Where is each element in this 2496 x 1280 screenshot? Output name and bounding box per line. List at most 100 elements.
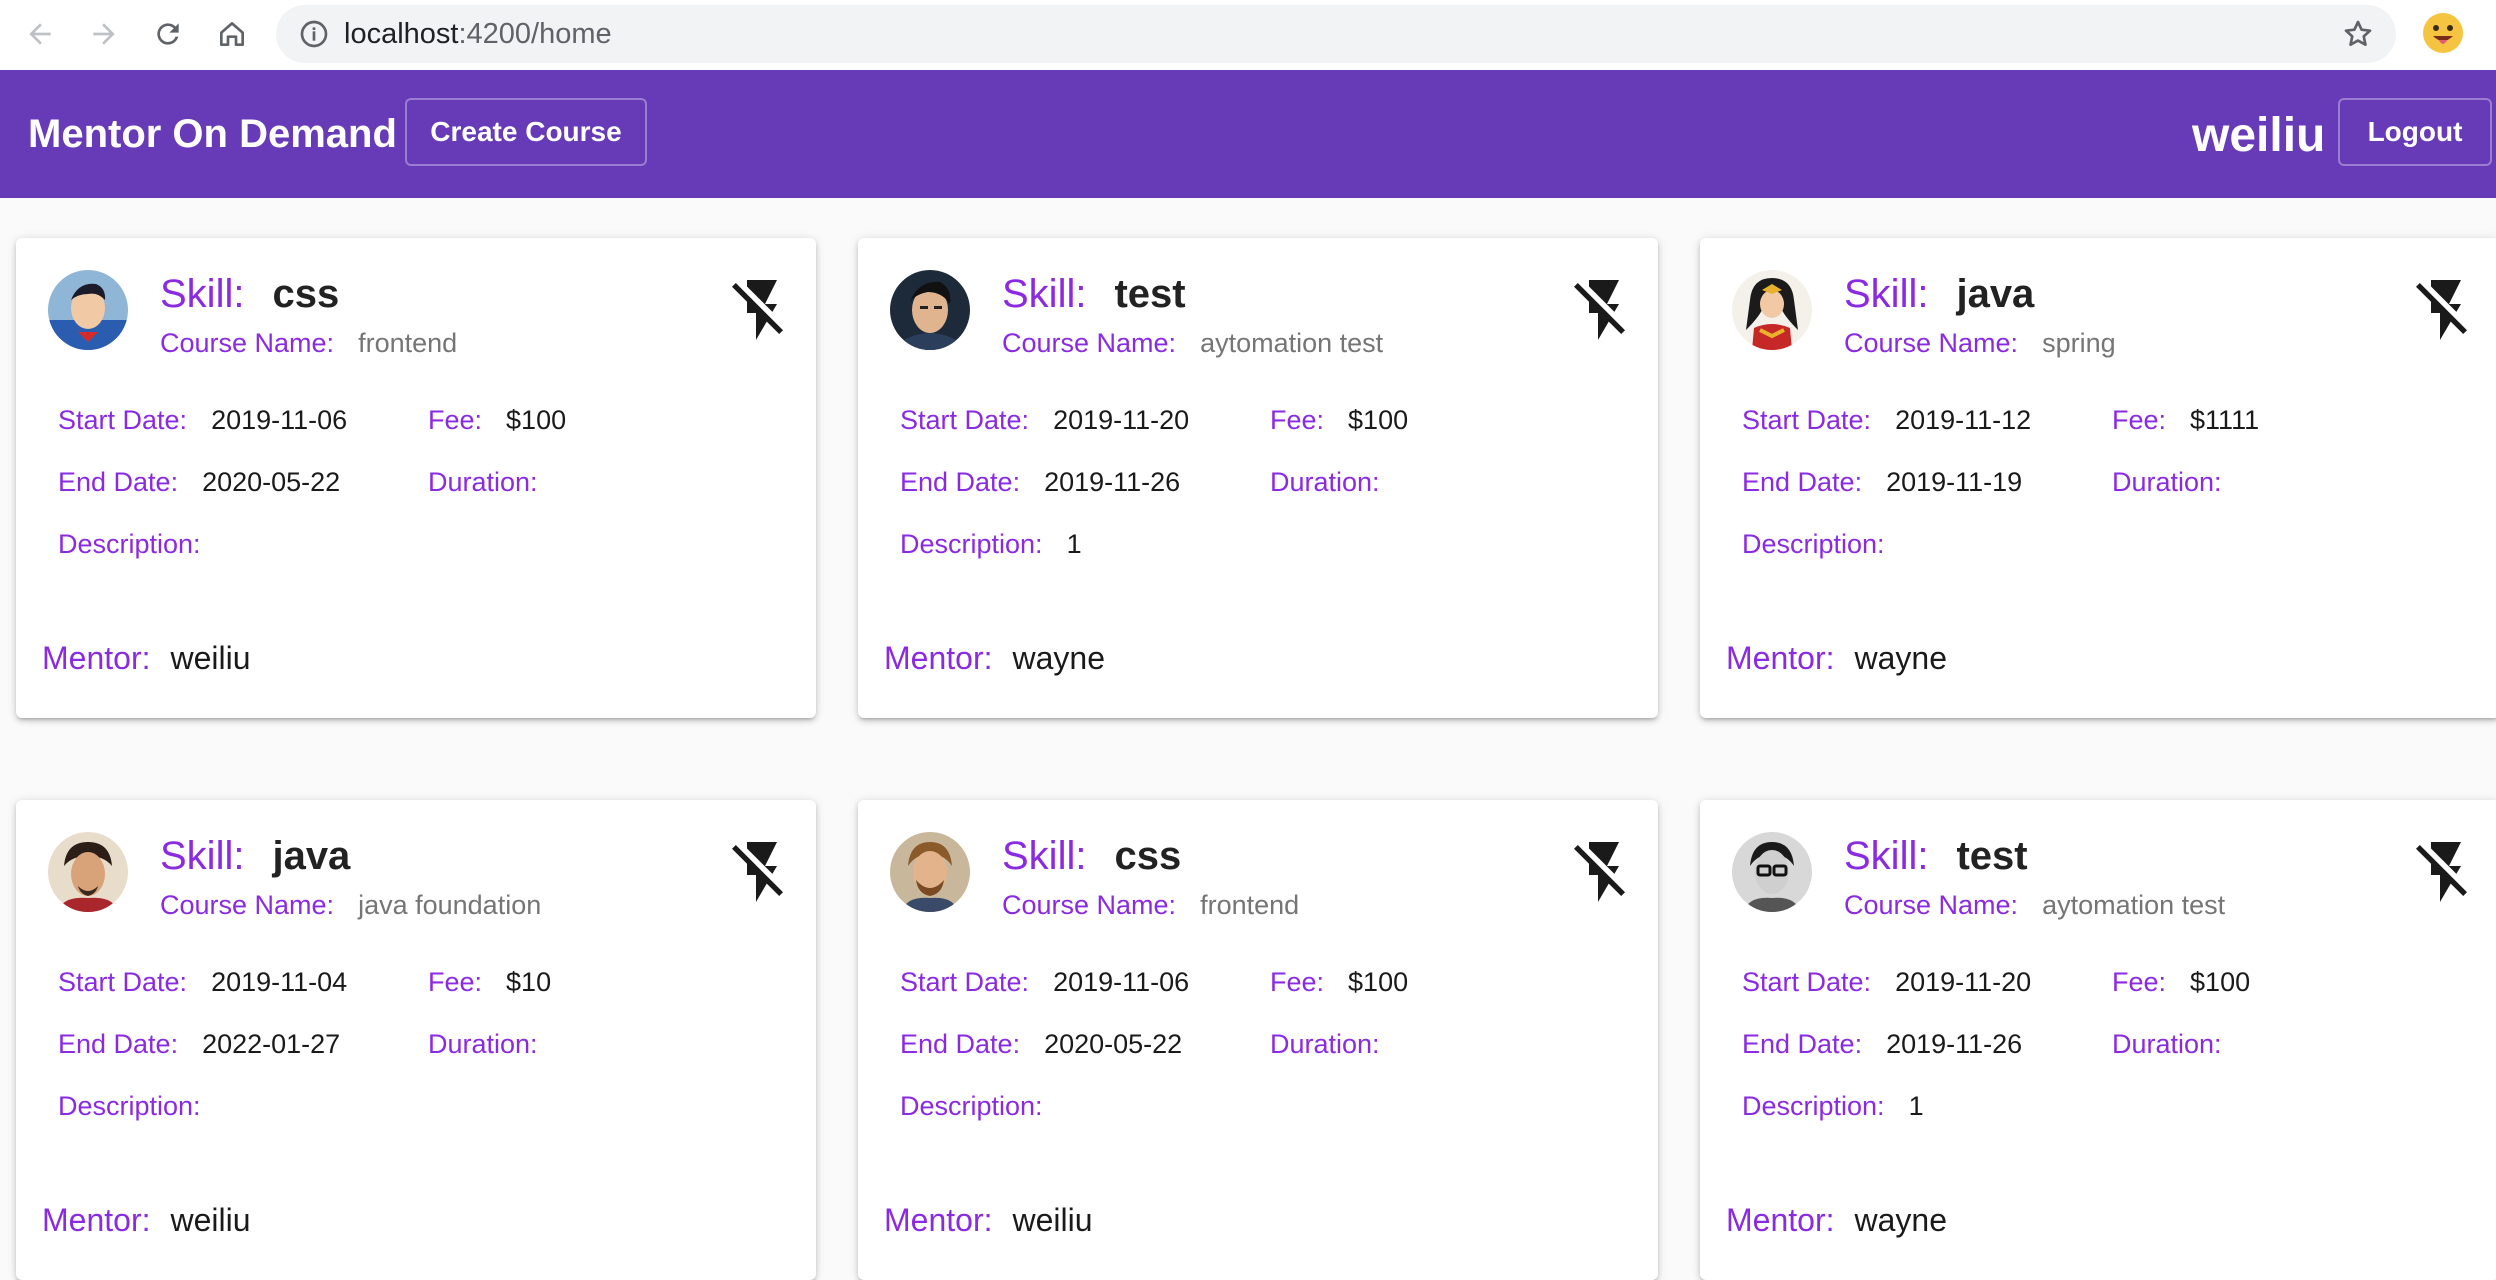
start-date-label: Start Date:: [1742, 405, 1872, 435]
forward-arrow-icon[interactable]: [82, 12, 126, 56]
duration-field: Duration:: [1270, 467, 1404, 498]
course-name-row: Course Name: java foundation: [160, 890, 541, 921]
start-date-value: 2019-11-06: [1053, 967, 1190, 997]
star-icon[interactable]: [2342, 18, 2374, 50]
address-bar[interactable]: localhost:4200/home: [276, 5, 2396, 63]
skill-label: Skill:: [1002, 272, 1087, 316]
reload-icon[interactable]: [146, 12, 190, 56]
logout-button[interactable]: Logout: [2338, 98, 2492, 166]
course-name-row: Course Name: frontend: [1002, 890, 1299, 921]
course-name-row: Course Name: spring: [1844, 328, 2116, 359]
flash-off-icon[interactable]: [1568, 274, 1640, 346]
create-course-button[interactable]: Create Course: [405, 98, 647, 166]
skill-row: Skill: css: [1002, 834, 1181, 879]
description-field: Description:: [900, 1091, 1067, 1122]
mentor-label: Mentor:: [884, 1202, 993, 1238]
start-date-label: Start Date:: [900, 405, 1030, 435]
skill-row: Skill: java: [1844, 272, 2034, 317]
start-date-value: 2019-11-12: [1895, 405, 2032, 435]
flash-off-icon[interactable]: [1568, 836, 1640, 908]
duration-field: Duration:: [1270, 1029, 1404, 1060]
flash-off-icon[interactable]: [2410, 836, 2482, 908]
description-label: Description:: [58, 1091, 201, 1121]
skill-row: Skill: test: [1844, 834, 2028, 879]
start-date-value: 2019-11-04: [211, 967, 348, 997]
home-icon[interactable]: [210, 12, 254, 56]
skill-label: Skill:: [1002, 834, 1087, 878]
start-date-label: Start Date:: [1742, 967, 1872, 997]
end-date-label: End Date:: [900, 1029, 1021, 1059]
description-label: Description:: [900, 529, 1043, 559]
duration-field: Duration:: [428, 1029, 562, 1060]
course-name-row: Course Name: frontend: [160, 328, 457, 359]
start-date-field: Start Date: 2019-11-04: [58, 967, 347, 998]
skill-value: test: [1956, 834, 2028, 878]
end-date-field: End Date: 2019-11-26: [1742, 1029, 2022, 1060]
fee-value: $100: [506, 405, 567, 435]
app-toolbar: Mentor On Demand Create Course weiliu Lo…: [0, 70, 2496, 198]
flash-off-icon[interactable]: [2410, 274, 2482, 346]
fee-value: $100: [1348, 405, 1409, 435]
start-date-label: Start Date:: [58, 967, 188, 997]
description-label: Description:: [1742, 1091, 1885, 1121]
url-host: localhost: [344, 18, 459, 50]
wonder-woman-avatar-icon: [1732, 270, 1812, 350]
duration-label: Duration:: [428, 1029, 538, 1059]
course-name-label: Course Name:: [160, 328, 335, 358]
fee-label: Fee:: [1270, 405, 1325, 435]
flash-off-icon[interactable]: [726, 836, 798, 908]
description-label: Description:: [58, 529, 201, 559]
end-date-value: 2022-01-27: [202, 1029, 341, 1059]
skill-value: java: [272, 834, 351, 878]
end-date-field: End Date: 2020-05-22: [58, 467, 340, 498]
app-brand[interactable]: Mentor On Demand: [28, 112, 397, 157]
url-text[interactable]: localhost:4200/home: [344, 18, 612, 51]
fee-field: Fee: $100: [1270, 405, 1408, 436]
batman-avatar-icon: [890, 270, 970, 350]
skill-label: Skill:: [1844, 272, 1929, 316]
course-name-row: Course Name: aytomation test: [1002, 328, 1383, 359]
course-card[interactable]: Skill: css Course Name: frontend Start Dat…: [16, 238, 816, 718]
flash-off-icon[interactable]: [726, 274, 798, 346]
course-card[interactable]: Skill: java Course Name: spring Start Date…: [1700, 238, 2496, 718]
duration-field: Duration:: [2112, 467, 2246, 498]
duration-label: Duration:: [1270, 467, 1380, 497]
course-card[interactable]: Skill: css Course Name: frontend Start Dat…: [858, 800, 1658, 1280]
url-path: :4200/home: [458, 18, 612, 50]
fee-field: Fee: $100: [428, 405, 566, 436]
start-date-field: Start Date: 2019-11-20: [900, 405, 1189, 436]
course-card[interactable]: Skill: java Course Name: java foundation S…: [16, 800, 816, 1280]
end-date-value: 2019-11-26: [1886, 1029, 2023, 1059]
start-date-label: Start Date:: [900, 967, 1030, 997]
course-name-value: aytomation test: [1200, 328, 1384, 358]
course-card[interactable]: Skill: test Course Name: aytomation test S…: [1700, 800, 2496, 1280]
superman-avatar-icon: [48, 270, 128, 350]
info-icon[interactable]: [298, 18, 330, 50]
skill-value: css: [1114, 834, 1182, 878]
back-arrow-icon[interactable]: [18, 12, 62, 56]
skill-label: Skill:: [160, 272, 245, 316]
start-date-field: Start Date: 2019-11-06: [900, 967, 1189, 998]
fee-label: Fee:: [2112, 967, 2167, 997]
description-value: 1: [1908, 1091, 1924, 1121]
start-date-value: 2019-11-20: [1895, 967, 2032, 997]
course-name-label: Course Name:: [1002, 890, 1177, 920]
end-date-field: End Date: 2022-01-27: [58, 1029, 340, 1060]
course-name-value: aytomation test: [2042, 890, 2226, 920]
end-date-value: 2020-05-22: [1044, 1029, 1183, 1059]
duration-label: Duration:: [2112, 1029, 2222, 1059]
end-date-field: End Date: 2020-05-22: [900, 1029, 1182, 1060]
fee-label: Fee:: [428, 405, 483, 435]
course-name-value: spring: [2042, 328, 2116, 358]
description-field: Description:: [1742, 529, 1909, 560]
course-card[interactable]: Skill: test Course Name: aytomation test S…: [858, 238, 1658, 718]
fee-value: $10: [506, 967, 552, 997]
skill-row: Skill: java: [160, 834, 350, 879]
mentor-value: weiliu: [170, 640, 251, 676]
mentor-row: Mentor: wayne: [884, 640, 1105, 677]
profile-emoji-icon[interactable]: [2422, 12, 2464, 54]
end-date-label: End Date:: [1742, 1029, 1863, 1059]
description-value: 1: [1066, 529, 1082, 559]
course-name-row: Course Name: aytomation test: [1844, 890, 2225, 921]
course-name-label: Course Name:: [1844, 328, 2019, 358]
